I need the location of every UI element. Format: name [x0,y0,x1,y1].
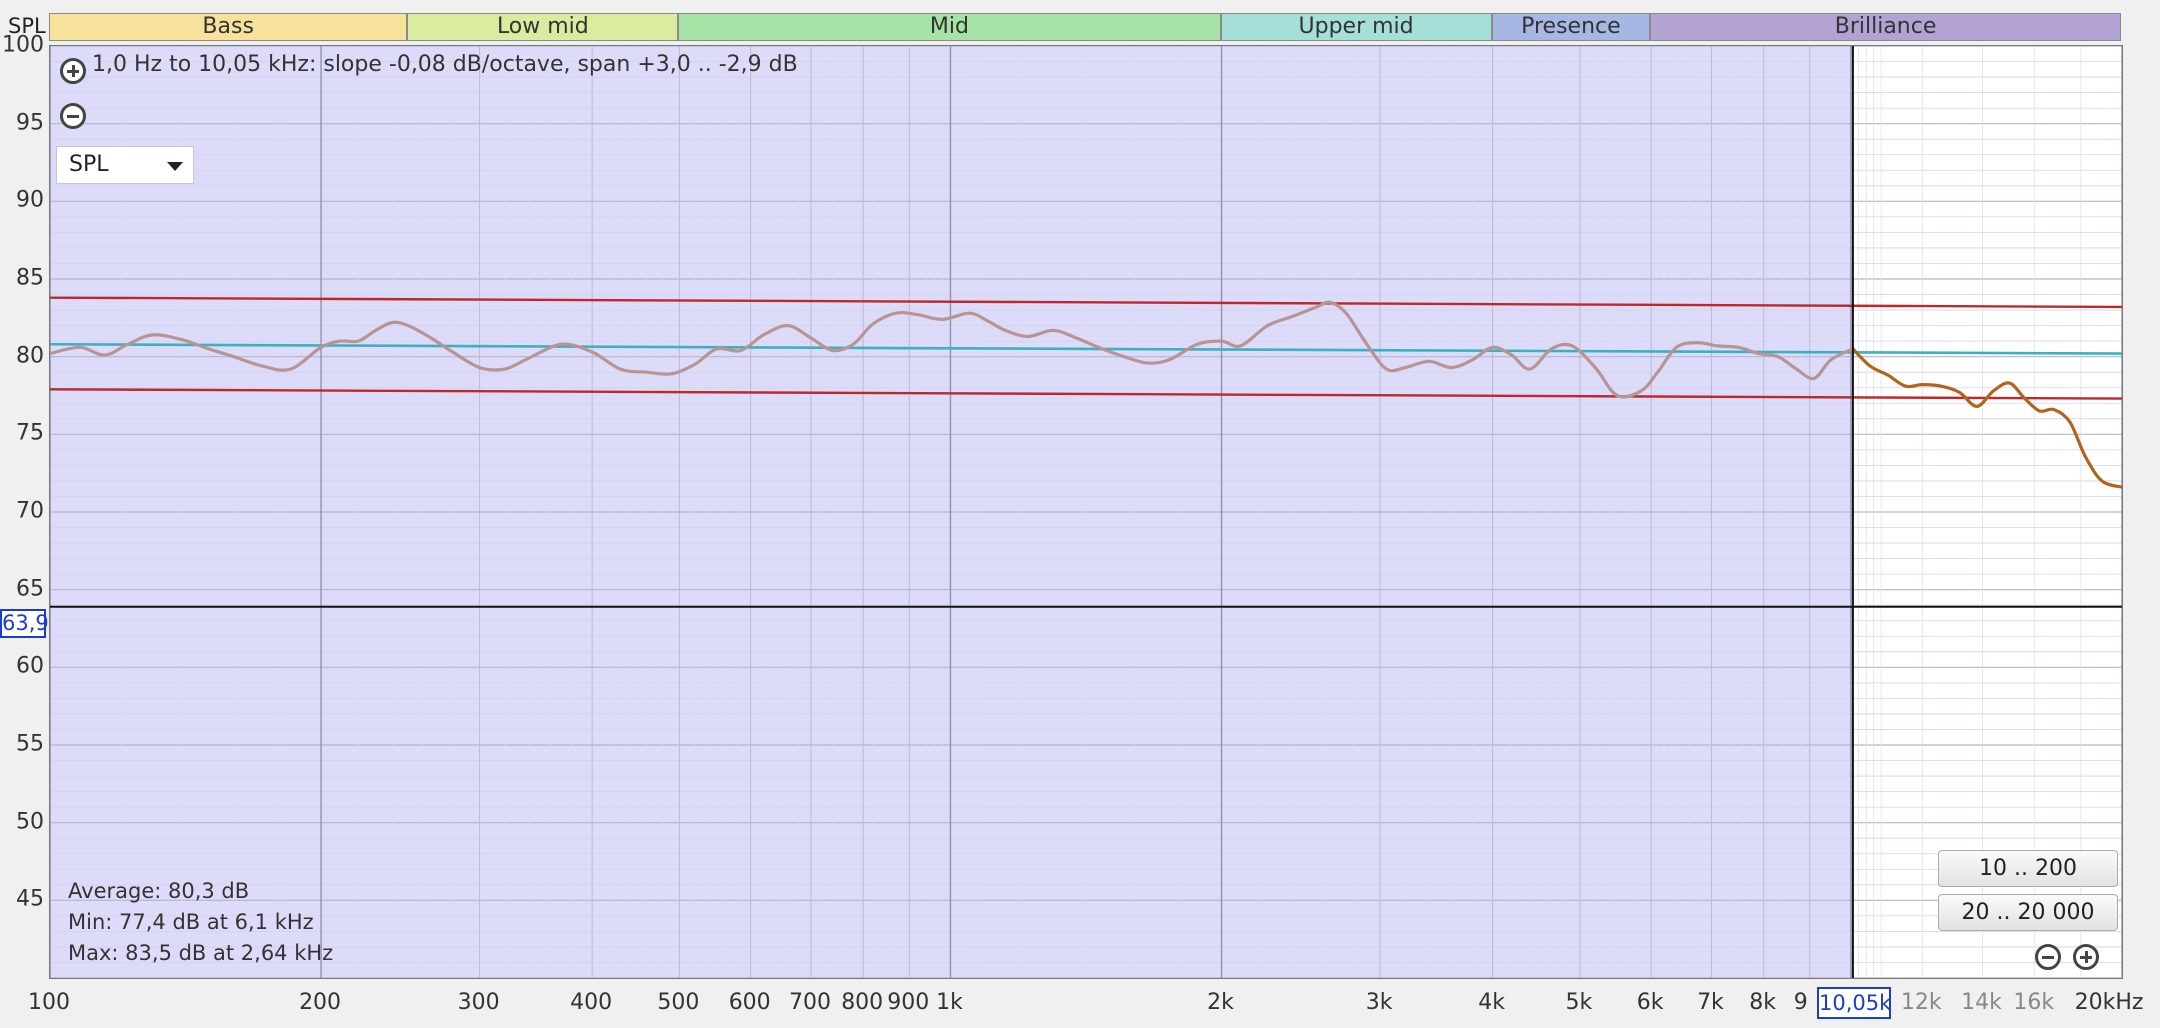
band-low-mid: Low mid [407,13,679,41]
y-tick-label: 90 [16,187,44,213]
x-tick-label: 1k [936,990,963,1015]
x-tick-label: 3k [1365,990,1393,1015]
x-tick-label: 8k [1749,990,1777,1015]
x-tick-label: 20kHz [2074,990,2144,1015]
y-tick-label: 65 [16,576,44,602]
graph-canvas[interactable] [50,46,2122,978]
x-tick-label: 900 [887,990,930,1015]
max-stat: Max: 83,5 dB at 2,64 kHz [68,941,334,965]
x-tick-label: 7k [1697,990,1724,1015]
x-tick-label: 700 [788,990,831,1015]
y-tick-label: 85 [16,265,44,291]
range-20-20000-button[interactable]: 20 .. 20 000 [1938,894,2118,931]
y-cursor-readout: 63,9 [0,609,49,638]
band-bass: Bass [49,13,408,41]
y-tick-label: 60 [16,653,44,679]
fit-summary-text: 1,0 Hz to 10,05 kHz: slope -0,08 dB/octa… [92,52,798,77]
band-mid: Mid [678,13,1221,41]
band-brilliance: Brilliance [1650,13,2121,41]
y-tick-label: 70 [16,498,44,524]
x-tick-label: 100 [28,990,70,1015]
x-tick-label: 400 [570,990,613,1015]
x-tick-label: 2k [1207,990,1234,1015]
y-tick-label: 75 [16,420,44,446]
x-tick-label: 600 [728,990,771,1015]
measurement-type-select[interactable]: SPL [56,146,194,184]
x-tick-label: 800 [841,990,884,1015]
y-tick-label: 100 [2,32,44,58]
x-tick-label: 14k [1961,990,2002,1015]
x-tick-label: 9 [1793,990,1808,1015]
zoom-in-icon[interactable] [60,58,86,84]
x-tick-label: 4k [1478,990,1505,1015]
stats-panel: Average: 80,3 dB Min: 77,4 dB at 6,1 kHz… [68,876,333,969]
zoom-in-icon[interactable] [2073,944,2099,970]
average-stat: Average: 80,3 dB [68,879,250,903]
band-presence: Presence [1491,13,1651,41]
x-tick-label: 16k [2013,990,2055,1015]
x-tick-label: 5k [1565,990,1593,1015]
dropdown-arrow-icon [167,162,183,171]
x-tick-label: 300 [457,990,500,1015]
x-tick-label: 200 [299,990,342,1015]
y-tick-label: 45 [16,886,44,912]
y-tick-label: 80 [16,343,44,369]
x-tick-label: 6k [1636,990,1664,1015]
band-upper-mid: Upper mid [1220,13,1492,41]
y-tick-label: 95 [16,110,44,136]
x-tick-label: 500 [657,990,700,1015]
min-stat: Min: 77,4 dB at 6,1 kHz [68,910,314,934]
zoom-out-icon[interactable] [60,103,86,129]
graph-area[interactable]: 1,0 Hz to 10,05 kHz: slope -0,08 dB/octa… [49,45,2123,979]
y-tick-label: 50 [16,809,44,835]
zoom-out-icon[interactable] [2035,944,2061,970]
x-tick-label: 12k [1900,990,1942,1015]
x-cursor-readout: 10,05k [1817,987,1891,1019]
measurement-type-value: SPL [69,152,109,177]
range-10-200-button[interactable]: 10 .. 200 [1938,850,2118,887]
frequency-band-strip: Bass Low mid Mid Upper mid Presence Brillianc… [49,13,2123,43]
y-tick-label: 55 [16,731,44,757]
